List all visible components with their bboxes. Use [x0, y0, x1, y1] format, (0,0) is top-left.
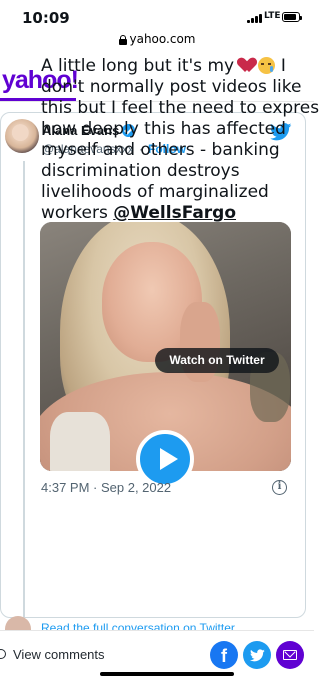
- tweet-line-2: don't normally post videos like: [41, 77, 302, 97]
- tweet-text: A little long but it's my I don't normal…: [41, 56, 320, 224]
- tweet-timestamp[interactable]: 4:37 PM · Sep 2, 2022: [41, 480, 171, 495]
- tweet-line-7: livelihoods of marginalized: [41, 182, 269, 202]
- signal-icon: [247, 13, 265, 23]
- address-bar[interactable]: yahoo.com: [0, 30, 314, 50]
- status-bar: 10:09 LTE: [0, 0, 314, 28]
- tweet-line-8: workers @WellsFargo: [41, 203, 293, 224]
- view-comments-button[interactable]: View comments: [13, 647, 105, 662]
- crying-face-icon: [258, 57, 276, 74]
- thread-line: [23, 161, 25, 617]
- mail-icon: [283, 650, 297, 660]
- next-tweet-avatar: [5, 616, 31, 630]
- mail-share-button[interactable]: [276, 641, 304, 669]
- tweet-line-1: A little long but it's my I: [41, 56, 293, 77]
- battery-icon: [282, 12, 302, 22]
- info-icon[interactable]: i: [272, 480, 287, 495]
- twitter-share-button[interactable]: [243, 641, 271, 669]
- mention-link[interactable]: @WellsFargo: [113, 203, 236, 223]
- lock-icon: [118, 35, 127, 45]
- watch-on-twitter-button[interactable]: Watch on Twitter: [155, 348, 279, 373]
- tweet-line-3: this but I feel the need to express: [41, 98, 320, 118]
- twitter-share-icon: [250, 649, 265, 662]
- facebook-share-button[interactable]: f: [210, 641, 238, 669]
- comment-icon: [0, 649, 6, 659]
- home-indicator[interactable]: [100, 672, 234, 676]
- broken-heart-icon: [240, 58, 257, 73]
- tweet-line-4: how deeply this has affected: [41, 119, 286, 139]
- tweet-line-6: discrimination destroys: [41, 161, 240, 181]
- play-icon: [160, 448, 178, 470]
- tweet-line-1-text: A little long but it's my: [41, 56, 235, 76]
- network-label: LTE: [264, 11, 281, 21]
- status-time: 10:09: [22, 9, 70, 27]
- url-text: yahoo.com: [129, 32, 196, 46]
- avatar[interactable]: [5, 119, 39, 153]
- tweet-line-8-text: workers: [41, 203, 114, 223]
- tweet-line-5: myself and others - banking: [41, 140, 280, 160]
- tweet-line-1-suffix: I: [275, 56, 286, 76]
